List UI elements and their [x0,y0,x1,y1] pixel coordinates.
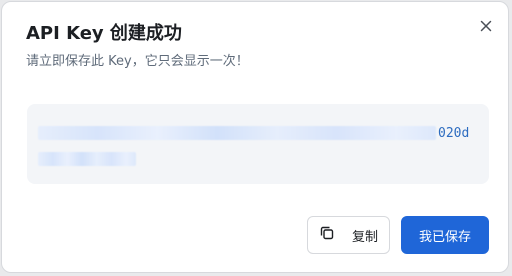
masked-key-line-2 [38,152,136,166]
api-key-created-dialog: API Key 创建成功 请立即保存此 Key，它只会显示一次！ 020d 复制… [1,1,509,273]
api-key-display[interactable]: 020d [27,104,489,184]
saved-confirm-button-label: 我已保存 [418,229,471,245]
close-icon [480,17,492,36]
copy-button-label: 复制 [352,229,379,245]
api-key-visible-suffix: 020d [438,126,470,141]
close-button[interactable] [476,16,496,36]
dialog-title: API Key 创建成功 [26,23,182,44]
masked-key-line-1 [38,126,436,140]
saved-confirm-button[interactable]: 我已保存 [401,216,489,254]
copy-icon [320,226,334,244]
dialog-subtitle: 请立即保存此 Key，它只会显示一次！ [26,54,249,69]
copy-button[interactable]: 复制 [307,216,390,254]
